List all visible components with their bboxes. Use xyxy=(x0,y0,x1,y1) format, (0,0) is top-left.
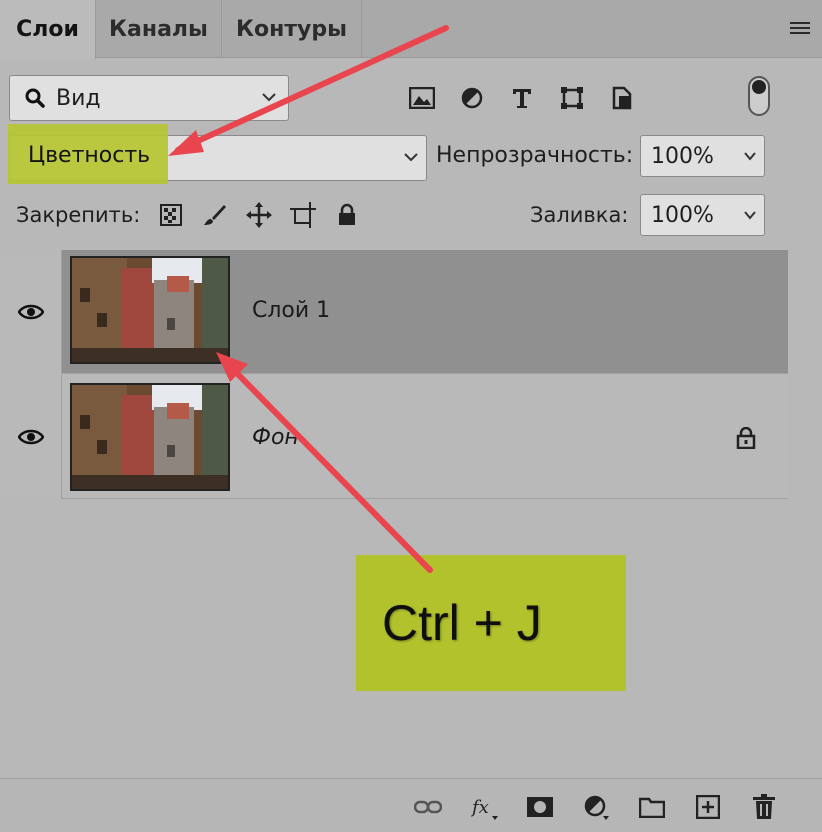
smart-object-filter-icon[interactable] xyxy=(608,84,636,112)
eye-icon xyxy=(17,304,44,320)
search-icon xyxy=(25,88,45,108)
layers-panel: Слои Каналы Контуры Вид Цветность Непроз… xyxy=(0,0,822,832)
opacity-dropdown-button[interactable] xyxy=(735,135,765,177)
layer-name[interactable]: Фон xyxy=(252,425,299,450)
image-filter-icon[interactable] xyxy=(408,84,436,112)
visibility-toggle[interactable] xyxy=(0,375,62,499)
lock-all-icon[interactable] xyxy=(334,202,360,228)
shape-filter-icon[interactable] xyxy=(558,84,586,112)
tab-paths[interactable]: Контуры xyxy=(222,0,362,58)
layers-list: Слой 1 Фон xyxy=(0,250,788,502)
chevron-down-icon xyxy=(743,152,756,161)
filter-kind-label: Вид xyxy=(56,85,101,111)
link-layers-icon[interactable] xyxy=(414,793,442,821)
fill-dropdown-button[interactable] xyxy=(735,194,765,236)
adjustment-filter-icon[interactable] xyxy=(458,84,486,112)
lock-icon[interactable] xyxy=(736,427,756,449)
filter-kind-select[interactable]: Вид xyxy=(9,75,289,121)
layer-thumbnail[interactable] xyxy=(70,383,230,491)
layer-mask-icon[interactable] xyxy=(526,793,554,821)
layer-row-background[interactable]: Фон xyxy=(0,375,788,499)
panel-menu-icon[interactable] xyxy=(790,22,810,36)
chevron-down-icon[interactable] xyxy=(402,148,420,166)
lock-image-pixels-icon[interactable] xyxy=(202,202,228,228)
lock-label: Закрепить: xyxy=(16,203,141,227)
type-filter-icon[interactable] xyxy=(508,84,536,112)
filter-icons xyxy=(408,84,636,112)
lock-artboard-icon[interactable] xyxy=(290,202,316,228)
opacity-input[interactable]: 100% xyxy=(640,135,736,177)
group-folder-icon[interactable] xyxy=(638,793,666,821)
lock-transparent-pixels-icon[interactable] xyxy=(158,202,184,228)
footer-icons: fx xyxy=(414,793,778,821)
chevron-down-icon xyxy=(262,93,276,102)
filter-toggle[interactable] xyxy=(748,76,770,116)
trash-icon[interactable] xyxy=(750,793,778,821)
fill-label: Заливка: xyxy=(530,203,629,227)
tab-channels[interactable]: Каналы xyxy=(96,0,222,58)
shortcut-hint: Ctrl + J xyxy=(356,555,626,691)
lock-icons xyxy=(158,202,360,228)
opacity-label: Непрозрачность: xyxy=(436,143,634,168)
chevron-down-icon xyxy=(743,211,756,220)
fx-icon[interactable]: fx xyxy=(470,793,498,821)
adjustment-layer-icon[interactable] xyxy=(582,793,610,821)
svg-text:fx: fx xyxy=(470,797,489,818)
lock-position-icon[interactable] xyxy=(246,202,272,228)
layer-thumbnail[interactable] xyxy=(70,256,230,364)
layer-name[interactable]: Слой 1 xyxy=(252,298,330,323)
layer-row-layer-1[interactable]: Слой 1 xyxy=(0,250,788,374)
tab-layers[interactable]: Слои xyxy=(0,0,96,59)
panel-footer: fx xyxy=(0,778,822,832)
fill-input[interactable]: 100% xyxy=(640,194,736,236)
tab-bar: Слои Каналы Контуры xyxy=(0,0,822,59)
visibility-toggle[interactable] xyxy=(0,250,62,374)
eye-icon xyxy=(17,429,44,445)
blend-mode-value: Цветность xyxy=(28,143,151,168)
new-layer-icon[interactable] xyxy=(694,793,722,821)
